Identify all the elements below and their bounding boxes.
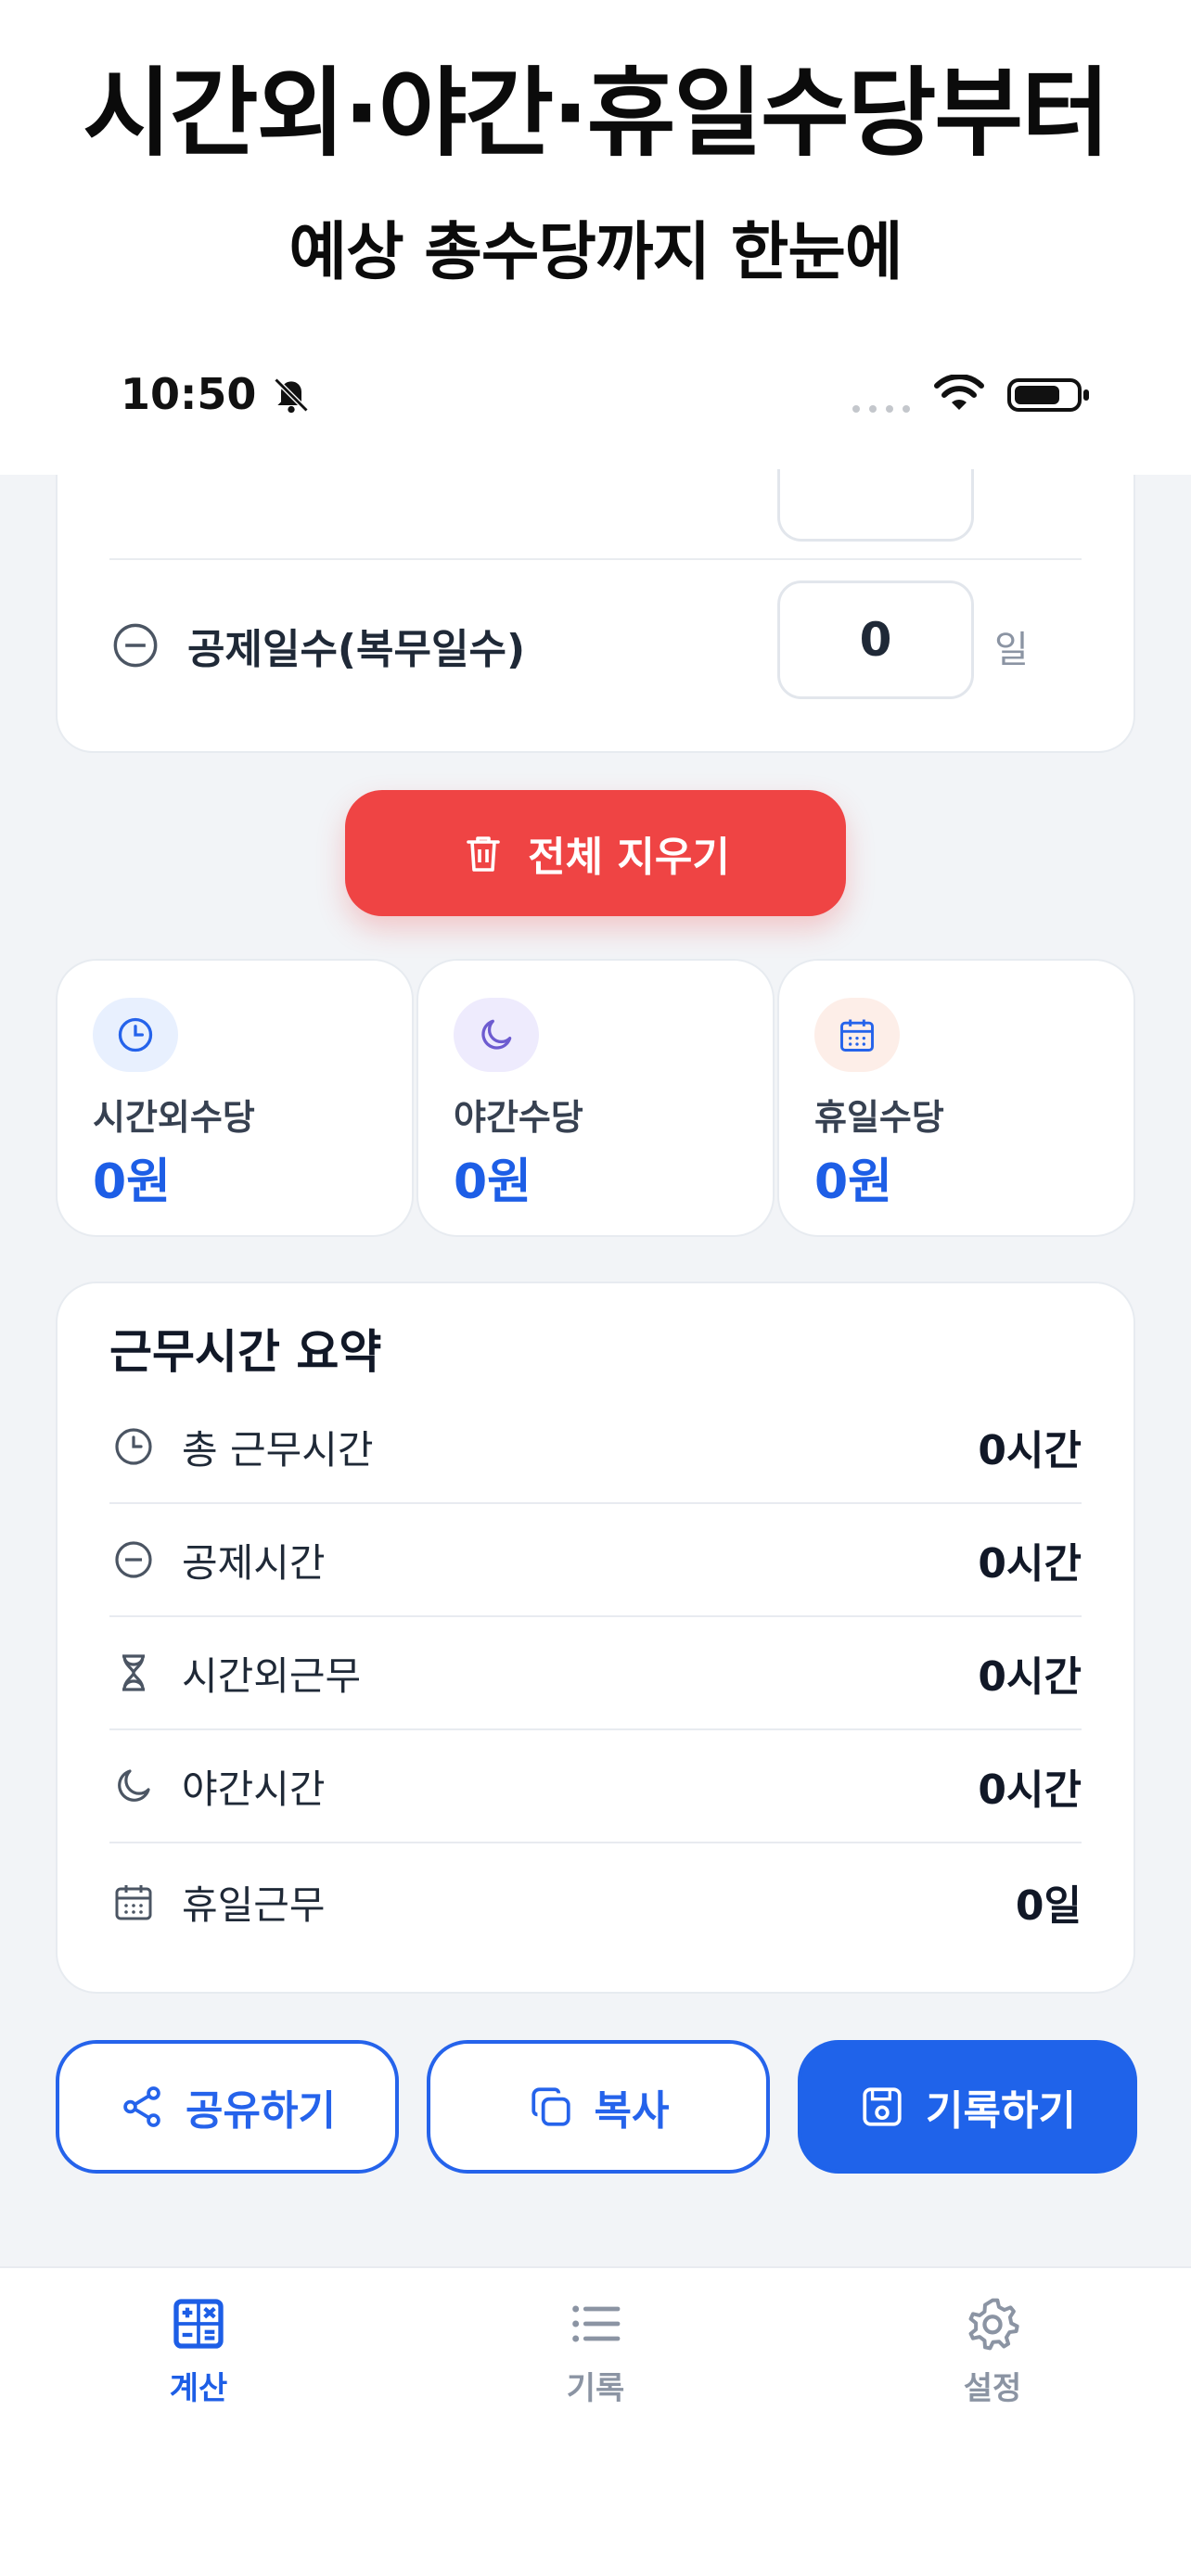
moon-icon [454, 998, 539, 1072]
summary-row-total-hours: 총 근무시간 0시간 [109, 1391, 1082, 1504]
summary-row-deduction-hours: 공제시간 0시간 [109, 1504, 1082, 1617]
promo-title: 시간외·야간·휴일수당부터 [83, 57, 1110, 170]
deduction-days-input[interactable]: 0 [777, 580, 974, 699]
gear-icon [968, 2298, 1019, 2351]
clock-icon [109, 1422, 158, 1471]
save-record-button[interactable]: 기록하기 [798, 2040, 1137, 2174]
clear-all-label: 전체 지우기 [528, 834, 730, 881]
stat-value: 0원 [454, 1154, 532, 1210]
overtime-pay-card: 시간외수당 0원 [56, 959, 414, 1237]
night-pay-card: 야간수당 0원 [416, 959, 775, 1237]
share-label: 공유하기 [186, 2087, 336, 2135]
minus-circle-icon [109, 1536, 158, 1584]
list-icon [572, 2305, 621, 2342]
deduction-label: 공제일수(복무일수) [187, 626, 526, 673]
summary-row-overtime: 시간외근무 0시간 [109, 1617, 1082, 1730]
tab-records[interactable]: 기록 [503, 2294, 688, 2415]
tab-settings-label: 설정 [963, 2370, 1022, 2407]
bottom-tab-bar: 계산 기록 설정 [0, 2266, 1191, 2576]
share-button[interactable]: 공유하기 [56, 2040, 399, 2174]
stat-value: 0원 [814, 1154, 893, 1210]
minus-circle-icon [113, 623, 158, 668]
trash-icon [467, 836, 500, 872]
bell-muted-icon [274, 377, 309, 414]
stat-label: 휴일수당 [814, 1097, 944, 1138]
clear-all-button[interactable]: 전체 지우기 [345, 790, 846, 916]
promo-subtitle: 예상 총수당까지 한눈에 [288, 216, 903, 289]
partial-input-field[interactable] [777, 469, 974, 542]
save-icon [863, 2087, 902, 2126]
summary-row-label: 시간외근무 [182, 1652, 362, 1699]
summary-row-value: 0시간 [978, 1540, 1082, 1588]
summary-row-label: 공제시간 [182, 1539, 326, 1586]
tab-calculate-label: 계산 [169, 2370, 228, 2407]
copy-button[interactable]: 복사 [427, 2040, 770, 2174]
summary-row-value: 0시간 [978, 1653, 1082, 1701]
work-summary-card: 근무시간 요약 총 근무시간 0시간 공제시간 0시간 시간외근무 0시간 야간… [56, 1282, 1135, 1994]
summary-row-label: 야간시간 [182, 1766, 326, 1812]
stat-value: 0원 [93, 1154, 172, 1210]
summary-row-night-hours: 야간시간 0시간 [109, 1730, 1082, 1843]
deduction-unit: 일 [994, 629, 1029, 671]
battery-icon [1007, 378, 1089, 412]
calendar-icon [814, 998, 900, 1072]
stat-label: 야간수당 [454, 1097, 583, 1138]
divider [109, 558, 1082, 560]
share-icon [123, 2086, 160, 2127]
summary-row-value: 0시간 [978, 1427, 1082, 1474]
holiday-pay-card: 휴일수당 0원 [777, 959, 1135, 1237]
copy-icon [531, 2087, 570, 2126]
summary-row-value: 0시간 [978, 1766, 1082, 1814]
tab-records-label: 기록 [566, 2370, 625, 2407]
copy-label: 복사 [594, 2087, 670, 2135]
tab-calculate[interactable]: 계산 [106, 2294, 291, 2415]
calendar-icon [109, 1878, 158, 1926]
summary-title: 근무시간 요약 [109, 1325, 382, 1379]
calculator-icon [173, 2299, 224, 2349]
summary-row-label: 총 근무시간 [182, 1426, 374, 1473]
save-record-label: 기록하기 [926, 2087, 1076, 2135]
summary-row-value: 0일 [1015, 1882, 1082, 1930]
signal-icon [852, 405, 910, 413]
clock-icon [93, 998, 178, 1072]
stat-label: 시간외수당 [93, 1097, 255, 1138]
promo-header: 시간외·야간·휴일수당부터 예상 총수당까지 한눈에 10:50 [0, 0, 1191, 473]
wifi-icon [934, 375, 984, 410]
deduction-card: 공제일수(복무일수) 0 일 [56, 469, 1135, 753]
hourglass-icon [109, 1649, 158, 1697]
summary-row-holiday-work: 휴일근무 0일 [109, 1845, 1082, 1958]
tab-settings[interactable]: 설정 [900, 2294, 1085, 2415]
summary-row-label: 휴일근무 [182, 1881, 326, 1928]
status-time: 10:50 [121, 369, 257, 419]
moon-icon [109, 1762, 158, 1810]
